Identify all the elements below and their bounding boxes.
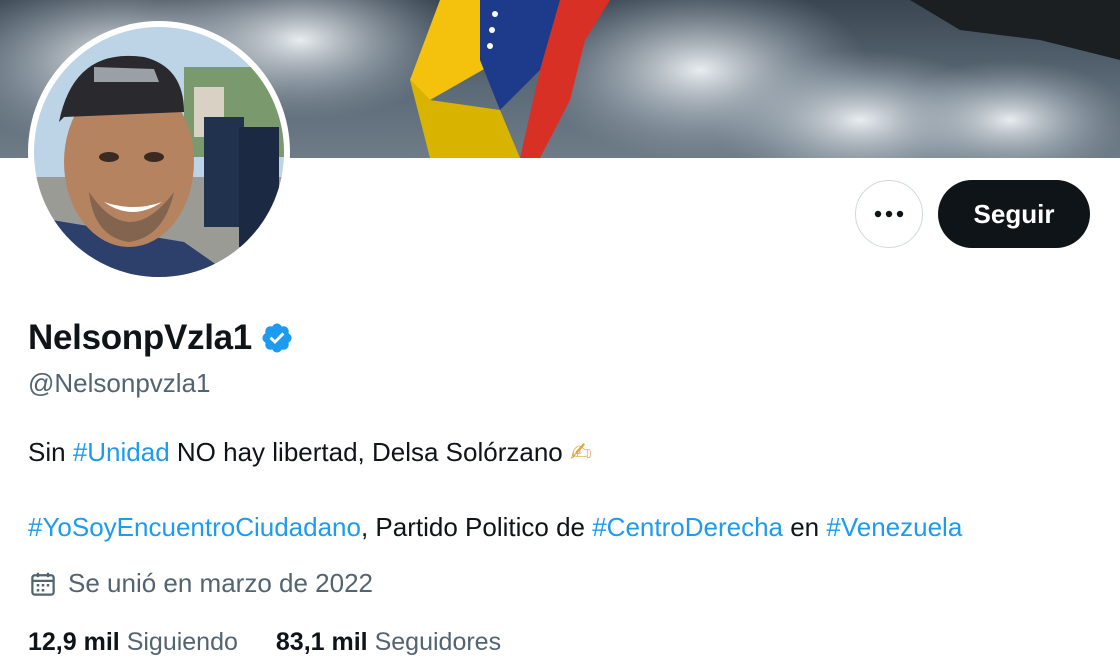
following-label: Siguiendo xyxy=(126,628,238,656)
followers-link[interactable]: 83,1 mil Seguidores xyxy=(276,628,501,657)
bio-text: NO hay libertad, Delsa Solórzano xyxy=(169,437,570,467)
profile-handle: @Nelsonpvzla1 xyxy=(28,368,211,398)
more-options-button[interactable] xyxy=(855,180,923,248)
profile-bio-line-1: Sin #Unidad NO hay libertad, Delsa Solór… xyxy=(28,434,592,470)
calendar-icon xyxy=(28,569,58,599)
display-name-row: NelsonpVzla1 xyxy=(28,318,294,358)
profile-bio-line-2: #YoSoyEncuentroCiudadano, Partido Politi… xyxy=(28,509,962,545)
hashtag-link[interactable]: #CentroDerecha xyxy=(592,512,783,542)
verified-badge-icon[interactable] xyxy=(260,321,294,355)
bio-text: , Partido Politico de xyxy=(360,512,593,542)
avatar-photo xyxy=(34,27,284,277)
joined-text: Se unió en marzo de 2022 xyxy=(68,568,373,598)
following-link[interactable]: 12,9 mil Siguiendo xyxy=(28,628,238,657)
hashtag-link[interactable]: #YoSoyEncuentroCiudadano xyxy=(28,512,361,542)
followers-count: 83,1 mil xyxy=(275,628,368,656)
bio-text: Sin xyxy=(28,437,73,467)
more-options-icon xyxy=(874,210,904,218)
hashtag-link[interactable]: #Unidad xyxy=(73,437,170,467)
followers-label: Seguidores xyxy=(374,628,502,656)
display-name: NelsonpVzla1 xyxy=(28,318,252,357)
joined-date: Se unió en marzo de 2022 xyxy=(28,568,373,599)
bio-text: en xyxy=(783,512,827,542)
writing-hand-emoji: ✍ xyxy=(569,437,592,467)
follow-stats: 12,9 mil Siguiendo 83,1 mil Seguidores xyxy=(28,628,539,657)
follow-button[interactable]: Seguir xyxy=(938,180,1090,248)
following-count: 12,9 mil xyxy=(28,628,120,656)
profile-avatar[interactable] xyxy=(28,21,290,283)
hashtag-link[interactable]: #Venezuela xyxy=(826,512,962,542)
